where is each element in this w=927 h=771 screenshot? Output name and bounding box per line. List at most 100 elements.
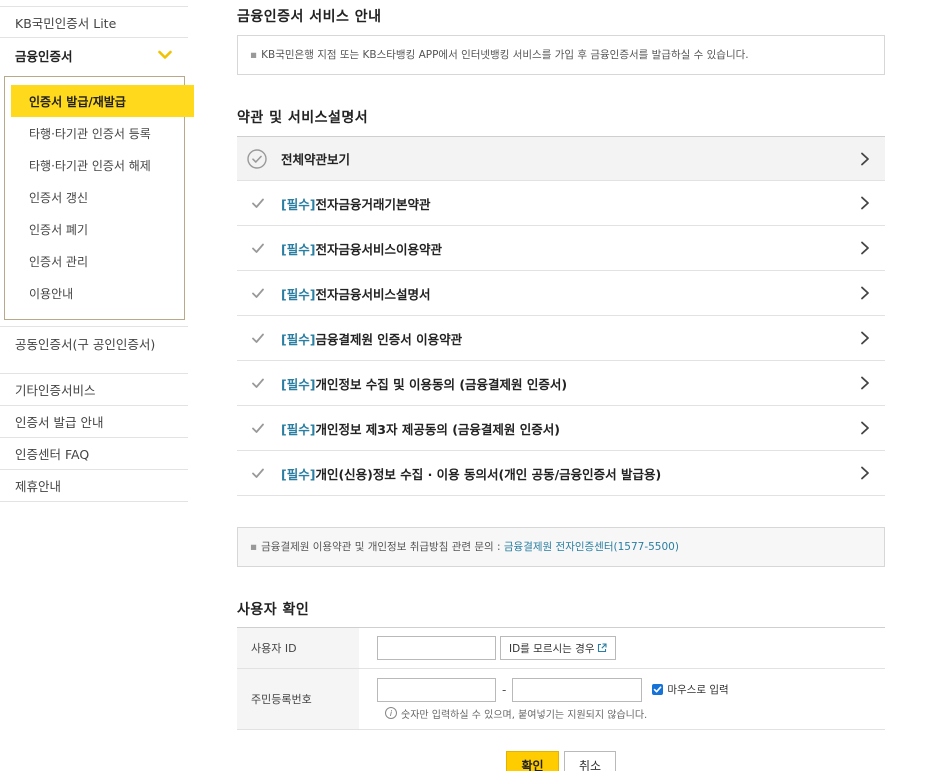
sidebar-item-label: 인증서 발급 안내 [15,415,104,430]
user-id-row: 사용자 ID ID를 모르시는 경우 [237,628,885,669]
submenu-item-issue[interactable]: 인증서 발급/재발급 [11,85,194,117]
sidebar-item-partnership[interactable]: 제휴안내 [0,470,188,502]
rrn-hint-text: 숫자만 입력하실 수 있으며, 붙여넣기는 지원되지 않습니다. [401,709,648,721]
sidebar-item-joint-cert[interactable]: 공동인증서(구 공인인증서) [0,326,188,374]
submenu-item-renew[interactable]: 인증서 갱신 [5,181,184,213]
mouse-input-label[interactable]: 마우스로 입력 [667,682,728,697]
submenu-item-label: 타행·타기관 인증서 등록 [29,126,151,141]
sidebar-submenu: 인증서 발급/재발급 타행·타기관 인증서 등록 타행·타기관 인증서 해제 인… [4,76,194,320]
inquiry-notice: ▪ 금융결제원 이용약관 및 개인정보 취급방침 관련 문의 : 금융결제원 전자… [237,527,885,567]
chevron-right-icon [861,241,869,255]
required-tag: [필수] [281,421,316,437]
term-label: 전자금융거래기본약관 [315,196,431,212]
rrn-body: - 마우스로 입력 i 숫자만 입력하실 수 있으며, 붙여넣기는 지원되지 않… [359,669,885,729]
submenu-item-label: 이용안내 [29,286,74,301]
rrn-row: 주민등록번호 - 마우스로 입력 i 숫자만 입력하실 수 있으며, 붙여넣기는… [237,669,885,729]
check-icon [249,377,267,389]
submenu-item-label: 인증서 갱신 [29,190,89,205]
bullet-icon: ▪ [250,49,258,61]
chevron-right-icon [861,421,869,435]
user-id-label: 사용자 ID [237,628,359,668]
sidebar-item-financial-cert[interactable]: 금융인증서 [0,38,188,72]
kftc-phone: (1577-5500) [613,541,679,553]
bullet-icon: ▪ [250,541,258,553]
term-label: 개인정보 수집 및 이용동의 (금융결제원 인증서) [315,376,568,392]
term-label: 전자금융서비스설명서 [315,286,431,302]
user-check-title: 사용자 확인 [237,602,310,618]
sidebar-item-label: 기타인증서비스 [15,383,96,398]
sidebar-item-kb-lite[interactable]: KB국민인증서 Lite [0,6,188,38]
checkmark-icon [654,686,662,693]
chevron-right-icon [861,152,869,165]
sidebar-item-label: 금융인증서 [15,48,73,64]
rrn-back-input[interactable] [512,677,643,702]
check-icon [249,422,267,434]
term-label: 개인(신용)정보 수집 · 이용 동의서(개인 공동/금융인증서 발급용) [315,466,662,482]
chevron-right-icon [861,286,869,300]
rrn-label: 주민등록번호 [237,669,359,729]
term-row[interactable]: [필수]개인정보 수집 및 이용동의 (금융결제원 인증서) [237,361,885,406]
term-row[interactable]: [필수]전자금융서비스설명서 [237,271,885,316]
check-icon [249,197,267,209]
inquiry-text: 금융결제원 이용약관 및 개인정보 취급방침 관련 문의 : [261,541,504,553]
service-guide-title: 금융인증서 서비스 안내 [237,9,382,25]
chevron-right-icon [861,196,869,210]
info-icon: i [385,707,397,719]
user-check-form: 사용자 ID ID를 모르시는 경우 주민등록번호 - 마우스로 입력 i 숫자… [237,627,885,730]
forgot-id-button[interactable]: ID를 모르시는 경우 [500,636,617,660]
required-tag: [필수] [281,196,316,212]
service-notice-text: KB국민은행 지점 또는 KB스타뱅킹 APP에서 인터넷뱅킹 서비스를 가입 … [261,49,749,61]
submenu-item-label: 인증서 발급/재발급 [29,94,126,109]
sidebar-item-label: 인증센터 FAQ [15,447,90,462]
main-content: 금융인증서 서비스 안내 ▪ KB국민은행 지점 또는 KB스타뱅킹 APP에서 … [237,0,885,771]
rrn-inputs: - 마우스로 입력 [377,677,729,702]
required-tag: [필수] [281,376,316,392]
required-tag: [필수] [281,331,316,347]
sidebar-item-issue-guide[interactable]: 인증서 발급 안내 [0,406,188,438]
mouse-input-checkbox[interactable] [652,684,664,695]
rrn-dash: - [502,682,507,697]
term-row[interactable]: [필수]개인정보 제3자 제공동의 (금융결제원 인증서) [237,406,885,451]
submenu-item-unregister-other[interactable]: 타행·타기관 인증서 해제 [5,149,184,181]
sidebar-item-label: KB국민인증서 Lite [15,15,117,31]
sidebar-item-label: 제휴안내 [15,479,62,494]
sidebar-item-other-cert[interactable]: 기타인증서비스 [0,374,188,406]
submenu-item-revoke[interactable]: 인증서 폐기 [5,213,184,245]
submenu-item-register-other[interactable]: 타행·타기관 인증서 등록 [5,117,184,149]
kftc-center-link[interactable]: 금융결제원 전자인증센터 [504,541,614,553]
check-icon [249,332,267,344]
form-buttons: 확인 취소 [237,751,885,771]
user-id-body: ID를 모르시는 경우 [359,628,885,668]
submenu-item-label: 인증서 폐기 [29,222,89,237]
term-row[interactable]: [필수]전자금융서비스이용약관 [237,226,885,271]
check-icon [249,287,267,299]
required-tag: [필수] [281,466,316,482]
confirm-button[interactable]: 확인 [506,751,559,771]
term-label: 금융결제원 인증서 이용약관 [315,331,463,347]
view-all-terms-row[interactable]: 전체약관보기 [237,137,885,181]
required-tag: [필수] [281,286,316,302]
terms-list: 전체약관보기 [필수]전자금융거래기본약관 [필수]전자금융서비스이용약관 [필… [237,136,885,496]
terms-title: 약관 및 서비스설명서 [237,110,369,126]
chevron-right-icon [861,331,869,345]
rrn-front-input[interactable] [377,677,496,702]
term-row[interactable]: [필수]금융결제원 인증서 이용약관 [237,316,885,361]
cancel-button[interactable]: 취소 [564,751,616,771]
external-link-icon [598,643,608,653]
sidebar: KB국민인증서 Lite 금융인증서 인증서 발급/재발급 타행·타기관 인증서… [0,0,194,502]
service-notice: ▪ KB국민은행 지점 또는 KB스타뱅킹 APP에서 인터넷뱅킹 서비스를 가입… [237,35,885,75]
chevron-down-icon [158,50,172,59]
sidebar-item-faq[interactable]: 인증센터 FAQ [0,438,188,470]
term-row[interactable]: [필수]전자금융거래기본약관 [237,181,885,226]
submenu-item-guide[interactable]: 이용안내 [5,277,184,309]
term-row[interactable]: [필수]개인(신용)정보 수집 · 이용 동의서(개인 공동/금융인증서 발급용… [237,451,885,496]
term-label: 전자금융서비스이용약관 [315,241,442,257]
chevron-right-icon [861,376,869,390]
view-all-terms-label: 전체약관보기 [281,152,351,167]
user-id-input[interactable] [377,636,496,660]
check-icon [249,467,267,479]
chevron-right-icon [861,466,869,480]
term-label: 개인정보 제3자 제공동의 (금융결제원 인증서) [315,421,560,437]
submenu-item-manage[interactable]: 인증서 관리 [5,245,184,277]
forgot-id-label: ID를 모르시는 경우 [509,642,595,655]
